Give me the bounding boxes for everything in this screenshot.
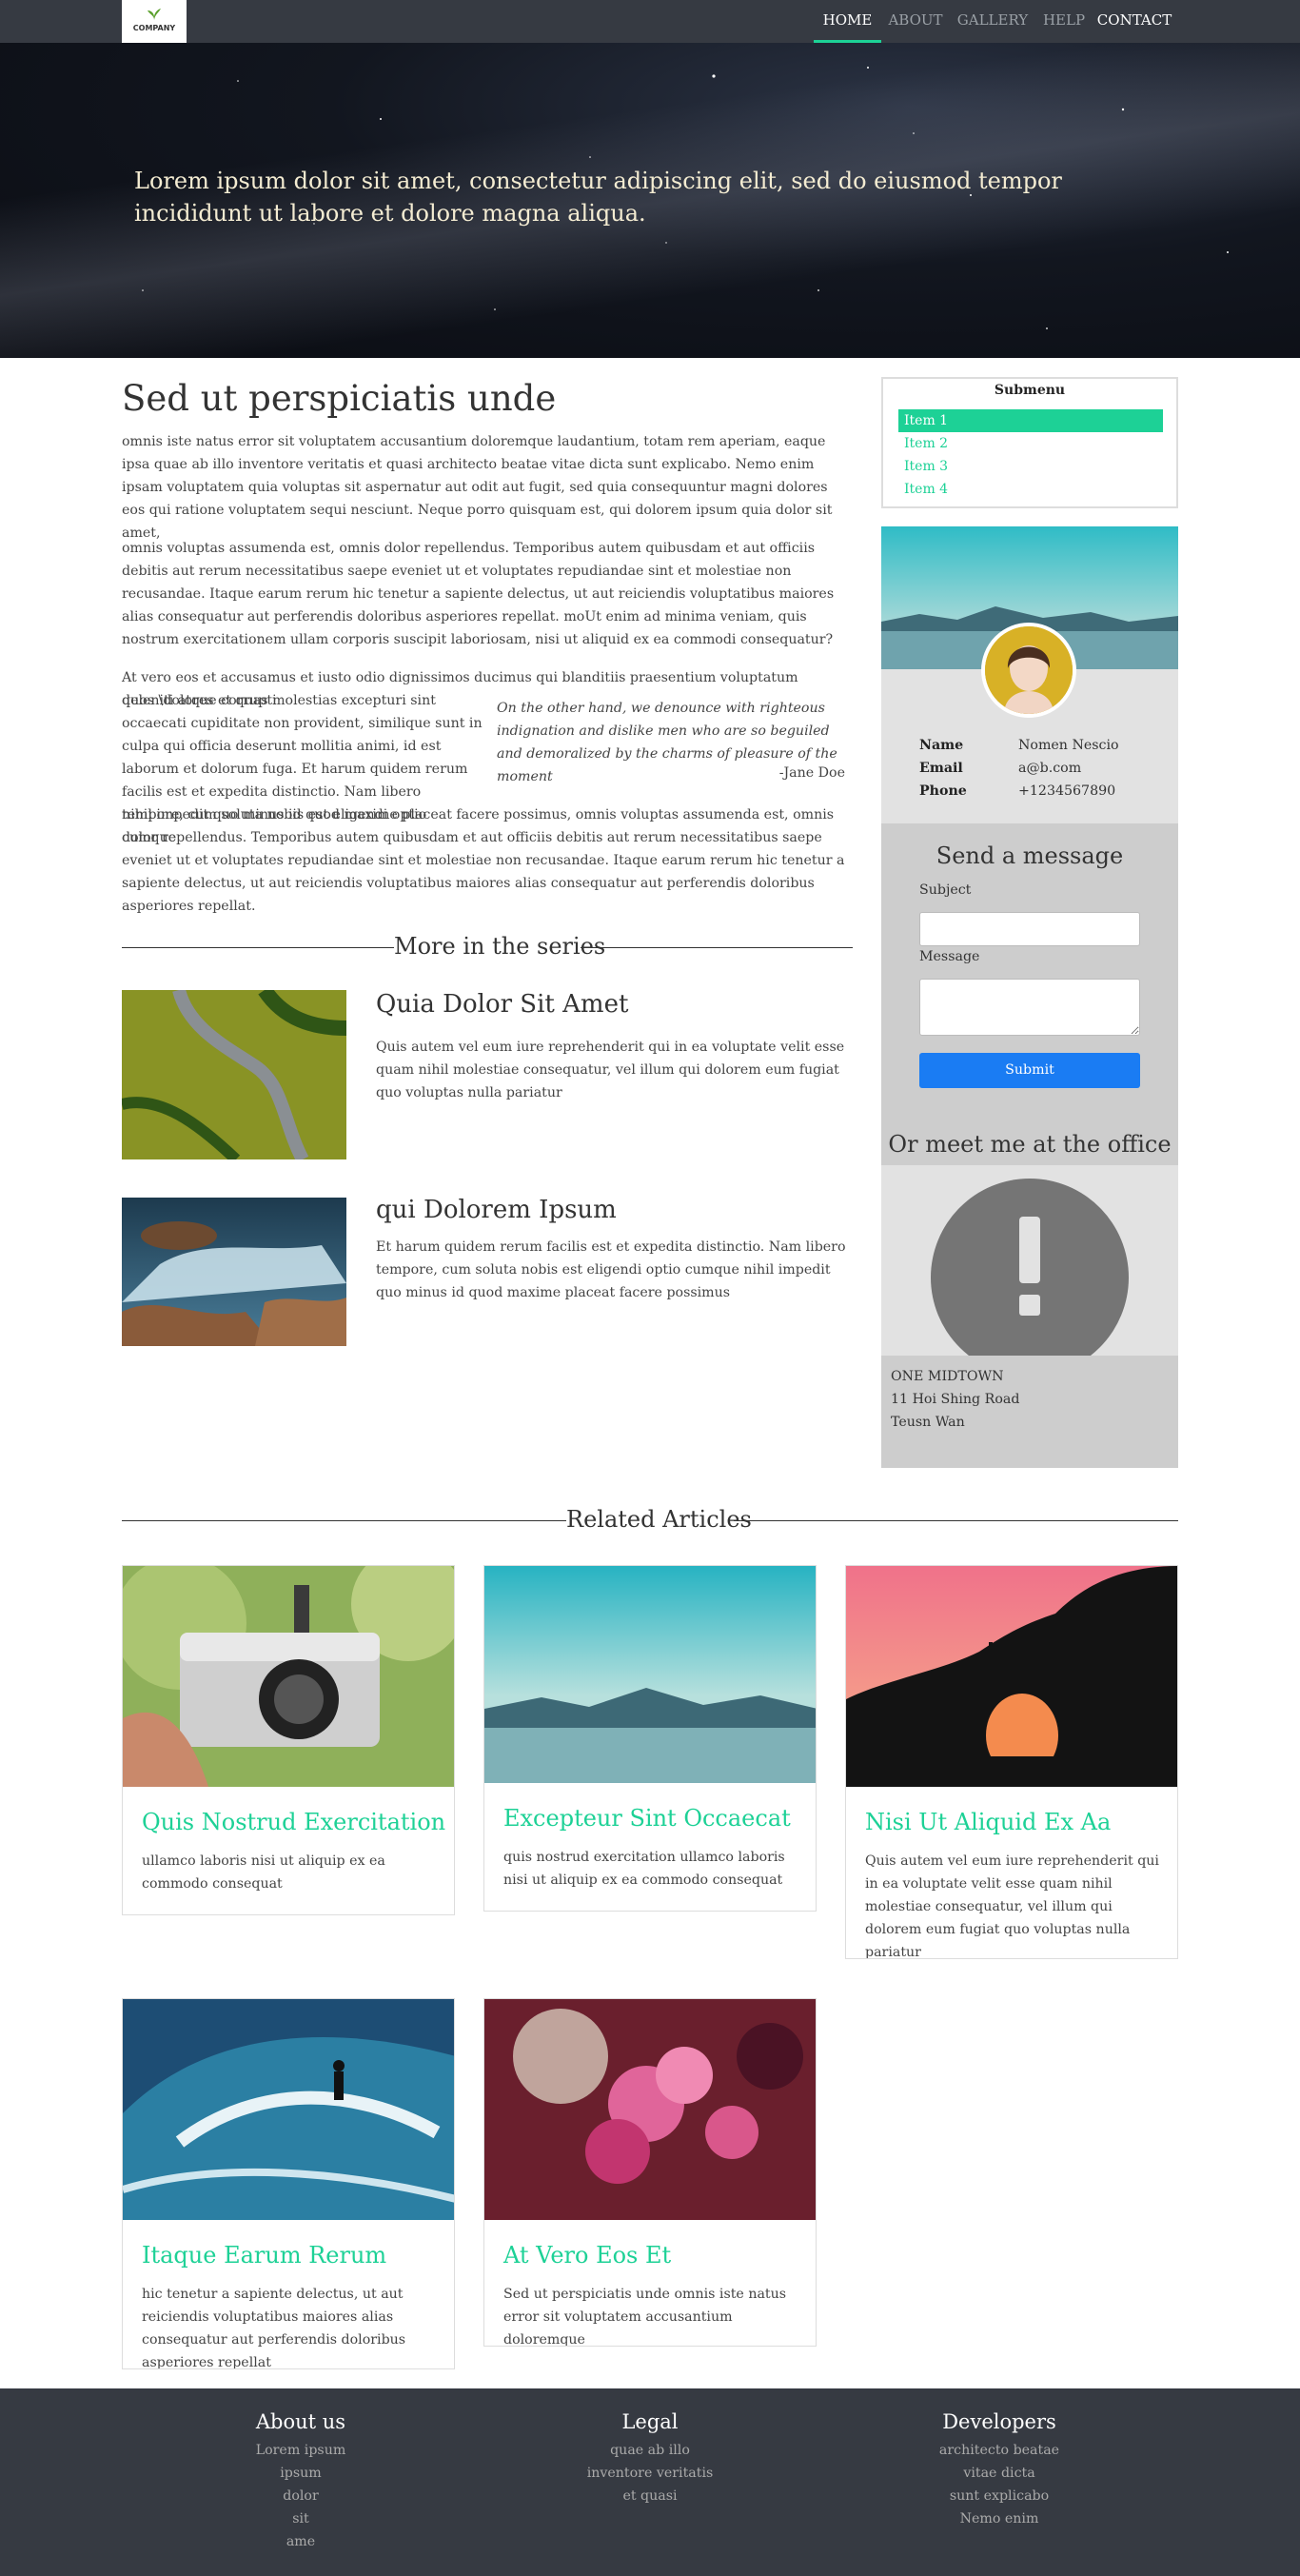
submenu-title: Submenu xyxy=(994,383,1066,398)
profile-name: Nomen Nescio xyxy=(1018,738,1119,753)
related-card-text-2: quis nostrud exercitation ullamco labori… xyxy=(503,1850,785,1888)
profile-email-label: Email xyxy=(919,761,963,776)
related-card-title-4[interactable]: Itaque Earum Rerum xyxy=(142,2242,386,2269)
company-logo[interactable]: COMPANY xyxy=(122,0,187,43)
submenu-item-3[interactable]: Item 3 xyxy=(898,455,1163,478)
message-textarea[interactable] xyxy=(919,979,1140,1036)
related-heading: Related Articles xyxy=(122,1506,1178,1535)
footer-link[interactable]: ame xyxy=(158,2530,443,2553)
related-card-2[interactable]: Excepteur Sint Occaecat quis nostrud exe… xyxy=(483,1565,817,1912)
series-image-2[interactable] xyxy=(122,1198,346,1346)
series-image-1[interactable] xyxy=(122,990,346,1159)
lake-image xyxy=(484,1566,816,1783)
footer-col-developers: Developers architecto beatae vitae dicta… xyxy=(857,2410,1142,2530)
profile-name-label: Name xyxy=(919,738,964,753)
nav-gallery[interactable]: GALLERY xyxy=(955,0,1030,43)
related-card-text-1: ullamco laboris nisi ut aliquip ex ea co… xyxy=(142,1853,385,1892)
related-card-3[interactable]: Nisi Ut Aliquid Ex Aa Quis autem vel eum… xyxy=(845,1565,1178,1959)
map-error-icon xyxy=(931,1179,1129,1356)
footer-link[interactable]: et quasi xyxy=(507,2485,793,2507)
series-text-1: Quis autem vel eum iure reprehenderit qu… xyxy=(376,1040,845,1100)
office-address: ONE MIDTOWN 11 Hoi Shing Road Teusn Wan xyxy=(881,1356,1178,1468)
hero-text: Lorem ipsum dolor sit amet, consectetur … xyxy=(134,168,1062,227)
related-heading-text: Related Articles xyxy=(566,1506,752,1533)
contact-form: Send a message Subject Message Submit xyxy=(881,823,1178,1124)
flowers-image xyxy=(484,1999,816,2220)
avatar xyxy=(981,623,1076,718)
footer-link[interactable]: sit xyxy=(158,2507,443,2530)
series-title-1[interactable]: Quia Dolor Sit Amet xyxy=(376,990,628,1019)
related-card-text-5: Sed ut perspiciatis unde omnis iste natu… xyxy=(503,2287,787,2347)
address-line-1: ONE MIDTOWN xyxy=(891,1369,1004,1384)
nav-home[interactable]: HOME xyxy=(814,0,881,43)
footer-col-about: About us Lorem ipsum ipsum dolor sit ame xyxy=(158,2410,443,2553)
logo-text: COMPANY xyxy=(132,24,176,32)
footer-developers-title: Developers xyxy=(942,2410,1056,2433)
submenu-item-2[interactable]: Item 2 xyxy=(898,432,1163,455)
footer-link[interactable]: sunt explicabo xyxy=(857,2485,1142,2507)
series-heading: More in the series xyxy=(122,933,853,961)
sea-arch-image xyxy=(846,1566,1177,1787)
footer-link[interactable]: vitae dicta xyxy=(857,2462,1142,2485)
quote-author: -Jane Doe xyxy=(778,765,845,781)
related-card-1[interactable]: Quis Nostrud Exercitation ullamco labori… xyxy=(122,1565,455,1915)
article-title: Sed ut perspiciatis unde xyxy=(122,378,557,419)
related-card-title-5[interactable]: At Vero Eos Et xyxy=(503,2242,671,2269)
footer-col-legal: Legal quae ab illo inventore veritatis e… xyxy=(507,2410,793,2507)
related-card-4[interactable]: Itaque Earum Rerum hic tenetur a sapient… xyxy=(122,1998,455,2369)
footer-about-title: About us xyxy=(255,2410,346,2433)
related-card-title-2[interactable]: Excepteur Sint Occaecat xyxy=(503,1805,791,1832)
surfer-image xyxy=(123,1999,454,2220)
leaf-icon xyxy=(148,9,161,20)
address-line-2: 11 Hoi Shing Road xyxy=(891,1392,1020,1407)
article-paragraph-3-rest: nihil impedit quo minus id quod maxime p… xyxy=(122,807,845,914)
profile-phone-label: Phone xyxy=(919,783,967,799)
submenu-item-4[interactable]: Item 4 xyxy=(898,478,1163,501)
related-card-text-4: hic tenetur a sapiente delectus, ut aut … xyxy=(142,2287,406,2369)
related-card-title-3[interactable]: Nisi Ut Aliquid Ex Aa xyxy=(865,1809,1111,1835)
nav-about[interactable]: ABOUT xyxy=(883,0,948,43)
footer-link[interactable]: ipsum xyxy=(158,2462,443,2485)
footer-link[interactable]: dolor xyxy=(158,2485,443,2507)
address-line-3: Teusn Wan xyxy=(891,1415,965,1430)
profile-phone[interactable]: +1234567890 xyxy=(1018,783,1115,799)
camera-image xyxy=(123,1566,454,1787)
series-title-2[interactable]: qui Dolorem Ipsum xyxy=(376,1196,617,1224)
series-heading-text: More in the series xyxy=(394,933,606,960)
footer-link[interactable]: inventore veritatis xyxy=(507,2462,793,2485)
subject-input[interactable] xyxy=(919,912,1140,946)
nav-help[interactable]: HELP xyxy=(1037,0,1091,43)
footer-link[interactable]: Nemo enim xyxy=(857,2507,1142,2530)
profile-card: Name Nomen Nescio Email a@b.com Phone +1… xyxy=(881,526,1178,823)
submit-button[interactable]: Submit xyxy=(919,1053,1140,1088)
message-label: Message xyxy=(919,949,980,964)
related-card-text-3: Quis autem vel eum iure reprehenderit qu… xyxy=(865,1853,1159,1959)
footer-link[interactable]: Lorem ipsum xyxy=(158,2439,443,2462)
related-card-title-1[interactable]: Quis Nostrud Exercitation xyxy=(142,1809,445,1835)
office-map[interactable] xyxy=(881,1165,1178,1356)
footer-link[interactable]: architecto beatae xyxy=(857,2439,1142,2462)
article-paragraph-1: omnis iste natus error sit voluptatem ac… xyxy=(122,434,833,541)
office-title: Or meet me at the office xyxy=(888,1131,1172,1158)
contact-form-title: Send a message xyxy=(936,842,1124,869)
subject-label: Subject xyxy=(919,882,972,898)
series-text-2: Et harum quidem rerum facilis est et exp… xyxy=(376,1239,846,1300)
article-paragraph-2: omnis voluptas assumenda est, omnis dolo… xyxy=(122,541,835,647)
submenu-item-1[interactable]: Item 1 xyxy=(898,409,1163,432)
related-card-5[interactable]: At Vero Eos Et Sed ut perspiciatis unde … xyxy=(483,1998,817,2347)
footer-link[interactable]: quae ab illo xyxy=(507,2439,793,2462)
submenu: Submenu Item 1 Item 2 Item 3 Item 4 xyxy=(881,377,1178,508)
footer-legal-title: Legal xyxy=(621,2410,679,2433)
office-section: Or meet me at the office xyxy=(881,1124,1178,1165)
nav-contact[interactable]: CONTACT xyxy=(1096,0,1172,43)
profile-email[interactable]: a@b.com xyxy=(1018,761,1081,776)
